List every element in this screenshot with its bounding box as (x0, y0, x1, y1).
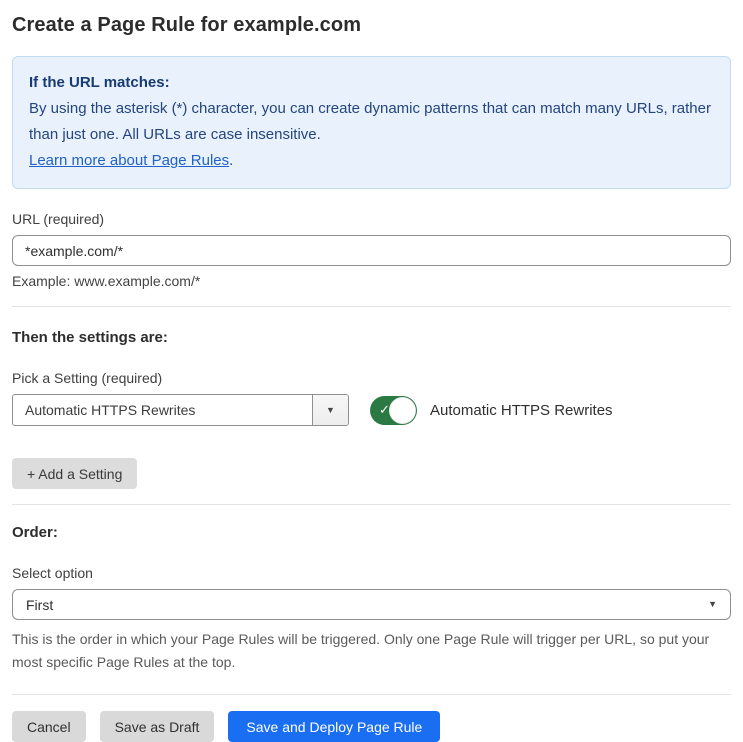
url-input[interactable] (12, 235, 731, 266)
learn-more-link[interactable]: Learn more about Page Rules (29, 152, 229, 169)
divider (12, 306, 731, 307)
toggle-knob (389, 396, 416, 424)
info-box-heading: If the URL matches: (29, 74, 170, 91)
order-help-text: This is the order in which your Page Rul… (12, 631, 710, 670)
select-option-label: Select option (12, 565, 93, 581)
setting-row: Automatic HTTPS Rewrites ▼ ✓ Automatic H… (12, 394, 731, 426)
link-suffix: . (229, 152, 234, 169)
create-page-rule-panel: Create a Page Rule for example.com If th… (0, 0, 743, 742)
info-box-body: By using the asterisk (*) character, you… (29, 100, 711, 143)
chevron-down-icon: ▼ (708, 599, 717, 609)
save-as-draft-button[interactable]: Save as Draft (99, 711, 215, 742)
order-select[interactable]: First ▼ (12, 589, 731, 620)
chevron-down-icon: ▼ (326, 404, 335, 415)
order-section-heading: Order: (12, 524, 58, 541)
save-and-deploy-button[interactable]: Save and Deploy Page Rule (228, 711, 441, 742)
url-match-info-box: If the URL matches: By using the asteris… (12, 56, 731, 189)
footer-actions: Cancel Save as Draft Save and Deploy Pag… (12, 711, 731, 742)
url-example-hint: Example: www.example.com/* (12, 273, 201, 289)
url-label: URL (required) (12, 211, 105, 227)
toggle-label: Automatic HTTPS Rewrites (430, 401, 613, 419)
page-title: Create a Page Rule for example.com (12, 14, 362, 36)
https-rewrites-toggle[interactable]: ✓ (370, 395, 417, 425)
setting-select-dropdown-button[interactable]: ▼ (312, 395, 348, 425)
pick-setting-label: Pick a Setting (required) (12, 370, 163, 386)
settings-section-heading: Then the settings are: (12, 329, 168, 346)
order-select-value: First (26, 596, 54, 613)
add-setting-button[interactable]: + Add a Setting (12, 458, 138, 489)
info-box-link-line: Learn more about Page Rules. (29, 148, 714, 174)
divider (12, 504, 731, 505)
cancel-button[interactable]: Cancel (12, 711, 86, 742)
divider (12, 694, 731, 695)
setting-select-value: Automatic HTTPS Rewrites (25, 402, 196, 418)
setting-select[interactable]: Automatic HTTPS Rewrites ▼ (12, 394, 349, 426)
